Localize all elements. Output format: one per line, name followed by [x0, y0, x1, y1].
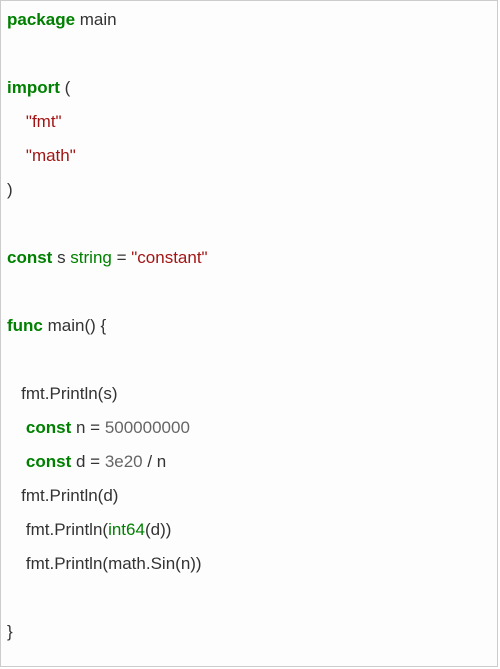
stmt-println-s: fmt.Println(s) — [7, 384, 118, 403]
const-s-name: s — [52, 248, 70, 267]
indent-n — [7, 418, 26, 437]
keyword-func: func — [7, 316, 43, 335]
const-s-value: "constant" — [131, 248, 207, 267]
const-n-mid: n = — [71, 418, 105, 437]
const-d-mid: d = — [71, 452, 105, 471]
const-d-post: / n — [143, 452, 167, 471]
keyword-const-n: const — [26, 418, 71, 437]
import-math: "math" — [26, 146, 76, 165]
keyword-const: const — [7, 248, 52, 267]
stmt-println-d: fmt.Println(d) — [7, 486, 118, 505]
func-close-brace: } — [7, 622, 13, 641]
keyword-import: import — [7, 78, 60, 97]
type-int64: int64 — [108, 520, 145, 539]
import-fmt: "fmt" — [26, 112, 62, 131]
keyword-package: package — [7, 10, 75, 29]
stmt-println-sin: fmt.Println(math.Sin(n)) — [7, 554, 202, 573]
keyword-const-d: const — [26, 452, 71, 471]
stmt-println-int64-post: (d)) — [145, 520, 171, 539]
indent-d — [7, 452, 26, 471]
func-main-sig: main() { — [43, 316, 106, 335]
const-s-eq: = — [112, 248, 131, 267]
code-block: package main import ( "fmt" "math" ) con… — [0, 0, 498, 667]
const-d-value: 3e20 — [105, 452, 143, 471]
import-close: ) — [7, 180, 13, 199]
stmt-println-int64-pre: fmt.Println( — [7, 520, 108, 539]
pkg-name: main — [75, 10, 117, 29]
const-n-value: 500000000 — [105, 418, 190, 437]
type-string: string — [70, 248, 112, 267]
import-open: ( — [60, 78, 70, 97]
